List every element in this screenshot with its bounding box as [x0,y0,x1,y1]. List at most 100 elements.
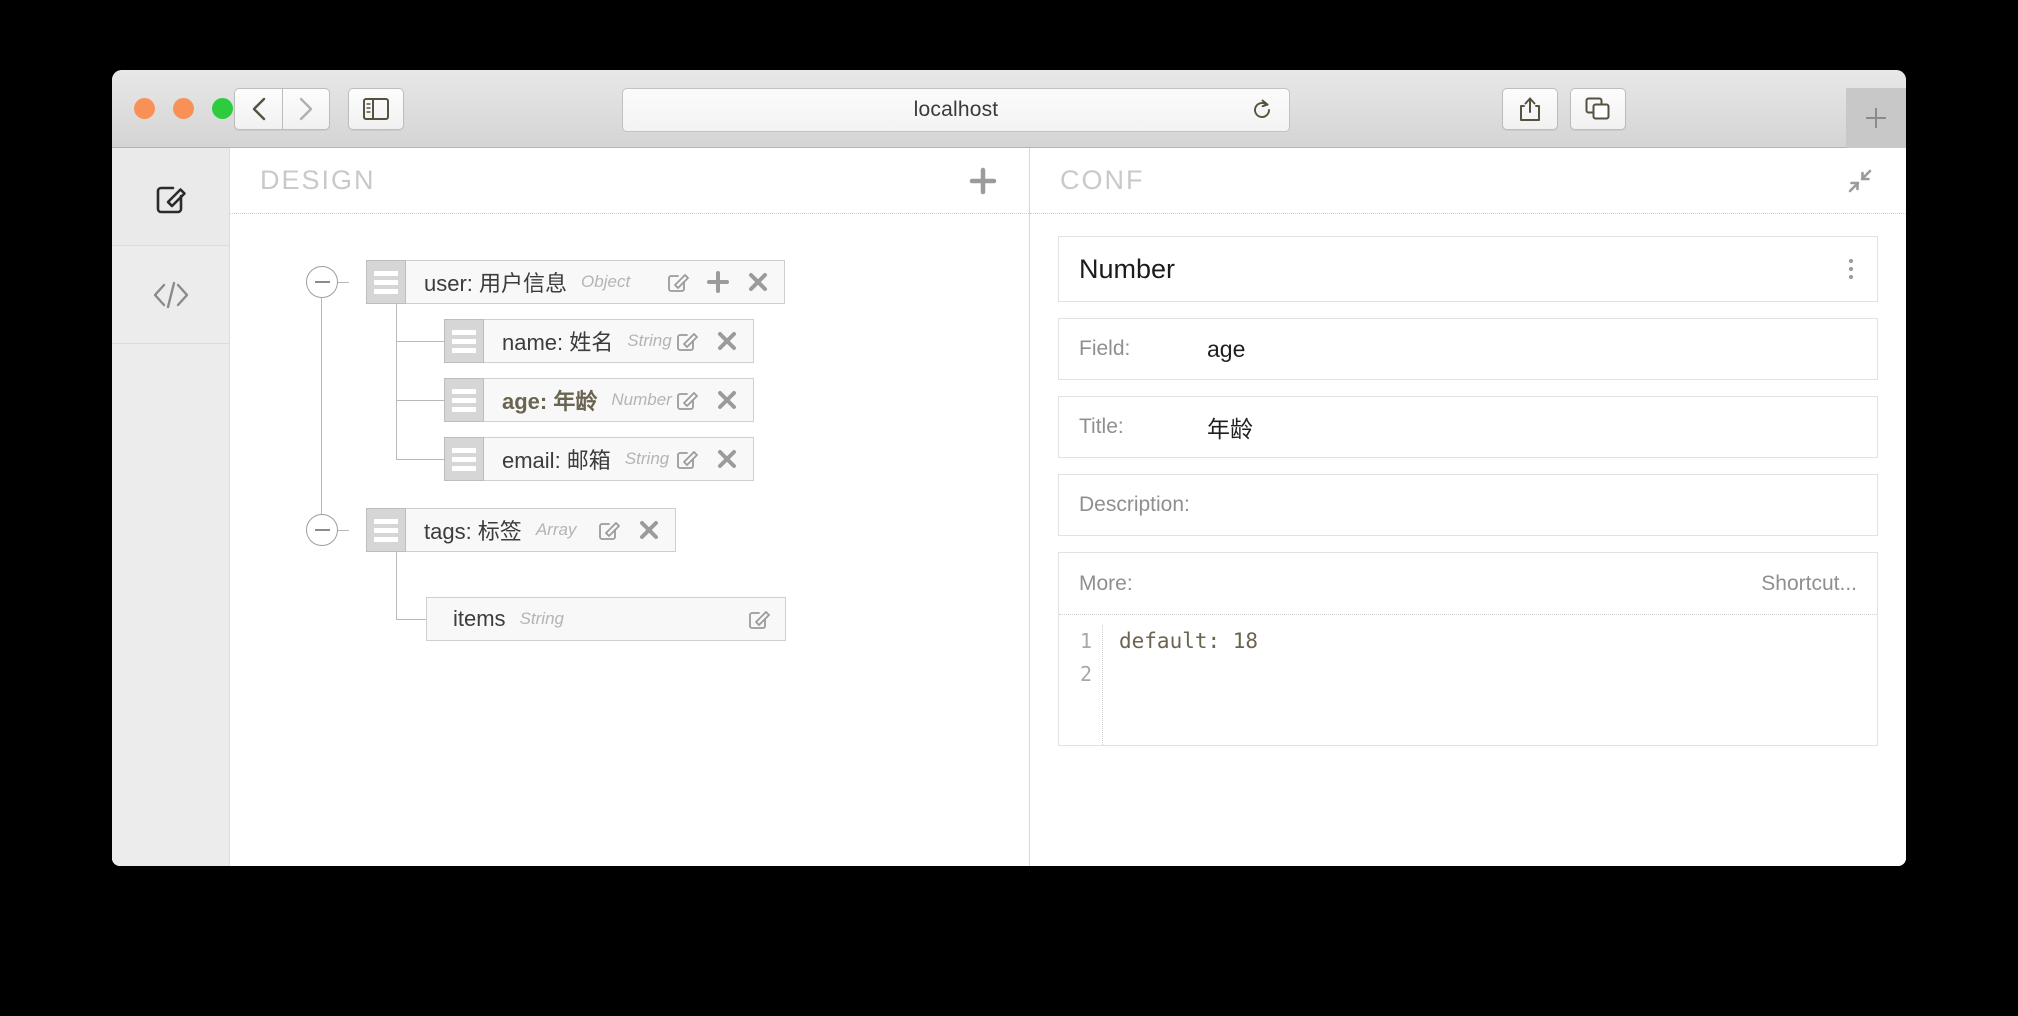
back-button[interactable] [234,88,282,130]
tree-node-items[interactable]: items String [426,597,786,641]
conf-field-label: Field: [1079,337,1131,360]
edit-icon [677,451,698,469]
tree-node-tags[interactable]: tags: 标签 Array [306,508,676,552]
show-tab-overview-button[interactable] [1570,88,1626,130]
conf-shortcut-button[interactable]: Shortcut... [1761,572,1857,596]
edit-icon [677,333,698,351]
node-type-age: Number [611,390,672,409]
edit-node-user-button[interactable] [666,270,690,294]
tree-connector [396,400,444,401]
app-left-rail [112,148,230,866]
forward-icon [299,97,313,121]
rail-item-code-view[interactable] [112,246,229,344]
conf-panel: CONF Number Field: age Title: 年龄 Descrip… [1030,148,1906,866]
edit-node-age-button[interactable] [675,388,699,412]
tree-node-age[interactable]: age: 年龄 Number [444,378,754,422]
tree-node-name[interactable]: name: 姓名 String [444,319,754,363]
node-label-email: email: 邮箱 [502,448,611,473]
new-tab-button[interactable] [1846,88,1906,148]
conf-title-value[interactable]: 年龄 [1207,410,1253,444]
plus-icon [707,271,730,293]
collapse-toggle-tags[interactable] [306,514,338,546]
tree-connector [321,282,322,530]
drag-handle-email[interactable] [444,437,484,481]
conf-panel-title: CONF [1060,165,1145,195]
node-label-age: age: 年龄 [502,389,598,414]
node-box-tags[interactable]: tags: 标签 Array [406,508,676,552]
page-content: DESIGN user: 用户信息 Object name: 姓名 String… [112,148,1906,866]
design-panel-title: DESIGN [260,165,376,195]
drag-handle-tags[interactable] [366,508,406,552]
tabs-icon [1585,97,1610,120]
conf-field-value[interactable]: age [1207,336,1245,363]
drag-handle-name[interactable] [444,319,484,363]
design-panel: DESIGN user: 用户信息 Object name: 姓名 String… [230,148,1030,866]
node-type-user: Object [581,272,631,291]
close-icon [718,391,736,409]
node-box-age[interactable]: age: 年龄 Number [484,378,754,422]
minimize-window-button[interactable] [173,98,194,119]
share-button[interactable] [1502,88,1558,130]
collapse-toggle-user[interactable] [306,266,338,298]
zoom-window-button[interactable] [212,98,233,119]
drag-handle-age[interactable] [444,378,484,422]
code-lines[interactable]: default: 18 [1103,625,1258,745]
delete-node-email-button[interactable] [715,447,739,471]
conf-field-row-title[interactable]: Title: 年龄 [1058,396,1878,458]
node-actions-user [666,270,770,294]
tree-connector [396,459,444,460]
code-gutter: 12 [1059,625,1103,745]
close-icon [718,450,736,468]
code-brackets-icon [153,281,188,308]
conf-panel-header: CONF [1030,148,1906,214]
node-label-tags: tags: 标签 [424,519,522,544]
close-window-button[interactable] [134,98,155,119]
kebab-menu-icon [1849,275,1853,279]
sidebar-toggle-button[interactable] [348,88,404,130]
edit-node-name-button[interactable] [675,329,699,353]
tree-connector [396,619,426,620]
delete-node-tags-button[interactable] [637,518,661,542]
tree-node-email[interactable]: email: 邮箱 String [444,437,754,481]
rail-item-design-editor[interactable] [112,148,229,246]
collapse-conf-panel-button[interactable] [1844,165,1876,197]
conf-body: Number Field: age Title: 年龄 Description:… [1030,214,1906,746]
node-label-user: user: 用户信息 [424,271,568,296]
conf-menu-button[interactable] [1845,255,1857,283]
conf-code-editor[interactable]: 12 default: 18 [1059,615,1877,745]
add-root-node-button[interactable] [967,165,999,197]
node-type-name: String [627,331,672,350]
delete-node-user-button[interactable] [746,270,770,294]
edit-icon [668,274,690,292]
close-icon [640,521,658,539]
node-box-email[interactable]: email: 邮箱 String [484,437,754,481]
conf-field-row-description[interactable]: Description: [1058,474,1878,536]
line-number: 2 [1079,662,1092,686]
forward-button[interactable] [282,88,330,130]
delete-node-name-button[interactable] [715,329,739,353]
node-type-items: String [519,609,564,628]
node-box-user[interactable]: user: 用户信息 Object [406,260,786,304]
add-child-node-user-button[interactable] [706,270,730,294]
node-box-items[interactable]: items String [426,597,786,641]
edit-node-tags-button[interactable] [597,518,621,542]
browser-window: localhost DESIGN user: 用户信息 Object name:… [112,70,1906,866]
tree-connector [396,400,397,460]
node-actions-tags [597,518,661,542]
reload-button[interactable] [1249,97,1275,123]
tree-node-user[interactable]: user: 用户信息 Object [306,260,786,304]
edit-node-items-button[interactable] [747,607,771,631]
node-box-name[interactable]: name: 姓名 String [484,319,754,363]
conf-field-row-field[interactable]: Field: age [1058,318,1878,380]
edit-node-email-button[interactable] [675,447,699,471]
collapse-arrows-icon [1848,169,1872,192]
delete-node-age-button[interactable] [715,388,739,412]
pencil-square-icon [156,186,186,213]
share-icon [1520,97,1540,121]
edit-icon [749,611,770,629]
conf-type-name: Number [1079,253,1176,284]
drag-handle-user[interactable] [366,260,406,304]
address-bar[interactable]: localhost [622,88,1290,132]
reload-icon [1254,99,1270,118]
